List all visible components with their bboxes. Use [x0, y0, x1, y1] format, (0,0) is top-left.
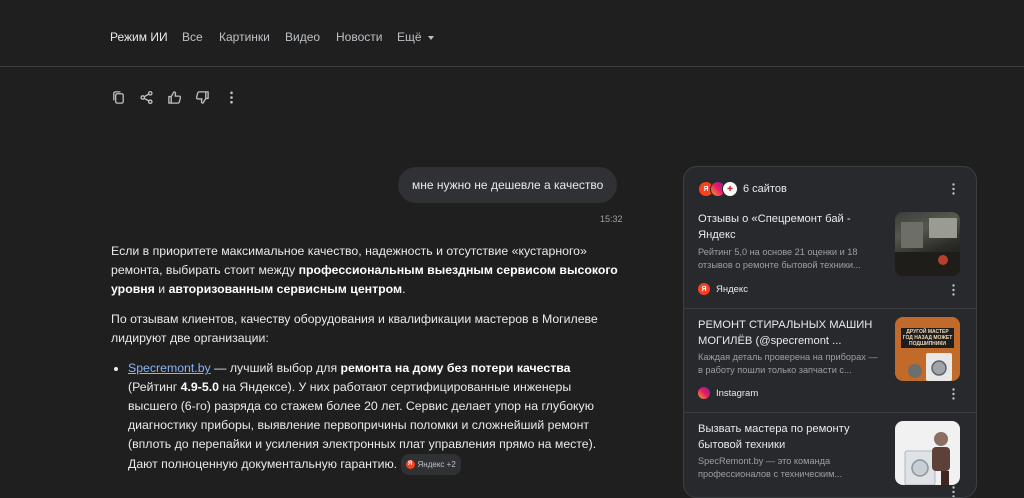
source-card-origin-label: Instagram	[716, 387, 759, 399]
share-button[interactable]	[137, 88, 155, 106]
more-vert-icon	[951, 183, 955, 195]
tab-more[interactable]: Ещё	[397, 30, 434, 44]
source-thumbnail: ДРУГОЙ МАСТЕР ГОД НАЗАД МОЖЕТ ПОДШИПНИКИ	[895, 317, 960, 381]
tab-images[interactable]: Картинки	[219, 30, 270, 44]
divider	[684, 412, 976, 413]
specremont-link[interactable]: Specremont.by	[128, 361, 211, 375]
list-item: Specremont.by — лучший выбор для ремонта…	[128, 359, 623, 475]
tab-all[interactable]: Все	[182, 30, 203, 44]
divider	[684, 308, 976, 309]
source-thumbnail	[895, 421, 960, 485]
sources-count: 6 сайтов	[743, 183, 787, 195]
yandex-icon: Я	[405, 460, 415, 469]
answer-paragraph-1: Если в приоритете максимальное качество,…	[111, 242, 623, 299]
sources-header[interactable]: Я ✚ 6 сайтов	[698, 180, 787, 198]
top-navigation: Режим ИИ Все Картинки Видео Новости Ещё	[0, 0, 1024, 67]
answer-text: — лучший выбор для	[210, 361, 341, 375]
answer-bold: 4.9-5.0	[180, 380, 219, 394]
more-options-button[interactable]	[222, 88, 240, 106]
share-icon	[139, 90, 153, 104]
answer-bold: авторизованным сервисным центром	[168, 282, 403, 296]
source-card-description: SpecRemont.by — это команда профессионал…	[698, 456, 843, 479]
thumbs-up-button[interactable]	[165, 88, 183, 106]
ai-answer: Если в приоритете максимальное качество,…	[111, 242, 623, 475]
source-card-description: Рейтинг 5,0 на основе 21 оценки и 18 отз…	[698, 247, 861, 270]
source-card-origin: Я Яндекс	[698, 283, 748, 295]
source-thumbnail	[895, 212, 960, 276]
answer-text: (Рейтинг	[128, 380, 181, 394]
source-chip[interactable]: Я Яндекс +2	[400, 454, 461, 475]
source-card-menu-button[interactable]	[947, 283, 959, 297]
answer-paragraph-2: По отзывам клиентов, качеству оборудован…	[111, 312, 598, 345]
source-chip-label: Яндекс +2	[417, 460, 456, 469]
thumbs-up-icon	[167, 90, 181, 104]
more-vert-icon	[951, 388, 955, 400]
more-vert-icon	[229, 91, 233, 103]
answer-text: .	[402, 282, 406, 296]
source-card-title: Вызвать мастера по ремонту бытовой техни…	[698, 423, 850, 451]
source-card-menu-button[interactable]	[947, 387, 959, 401]
more-vert-icon	[951, 486, 955, 497]
source-card-description: Каждая деталь проверена на приборах — в …	[698, 352, 878, 375]
tab-more-label: Ещё	[397, 30, 422, 44]
tab-ai-mode[interactable]: Режим ИИ	[110, 30, 168, 44]
yandex-icon: Я	[698, 283, 710, 295]
sources-menu-button[interactable]	[947, 182, 959, 196]
answer-text: и	[154, 282, 169, 296]
message-timestamp: 15:32	[600, 214, 623, 224]
more-vert-icon	[951, 284, 955, 296]
thumbs-down-icon	[195, 90, 209, 104]
copy-icon	[112, 90, 124, 104]
tab-video[interactable]: Видео	[285, 30, 320, 44]
source-card-title: РЕМОНТ СТИРАЛЬНЫХ МАШИН МОГИЛЁВ (@specre…	[698, 319, 873, 347]
source-card-menu-button[interactable]	[947, 485, 959, 497]
user-message-text: мне нужно не дешевле а качество	[412, 178, 604, 192]
instagram-icon	[698, 387, 710, 399]
user-message-bubble: мне нужно не дешевле а качество	[398, 167, 618, 203]
thumbs-down-button[interactable]	[193, 88, 211, 106]
sources-panel: Я ✚ 6 сайтов Отзывы о «Спецремонт бай - …	[683, 166, 977, 498]
caret-down-icon	[427, 35, 434, 40]
copy-button[interactable]	[109, 88, 127, 106]
source-card-origin-label: Яндекс	[716, 283, 748, 295]
source-card-title: Отзывы о «Спецремонт бай - Яндекс	[698, 213, 851, 241]
answer-list: Specremont.by — лучший выбор для ремонта…	[111, 359, 623, 475]
tab-news[interactable]: Новости	[336, 30, 382, 44]
source-card-origin: Instagram	[698, 387, 758, 399]
site-icon: ✚	[722, 181, 738, 197]
answer-bold: ремонта на дому без потери качества	[340, 361, 571, 375]
